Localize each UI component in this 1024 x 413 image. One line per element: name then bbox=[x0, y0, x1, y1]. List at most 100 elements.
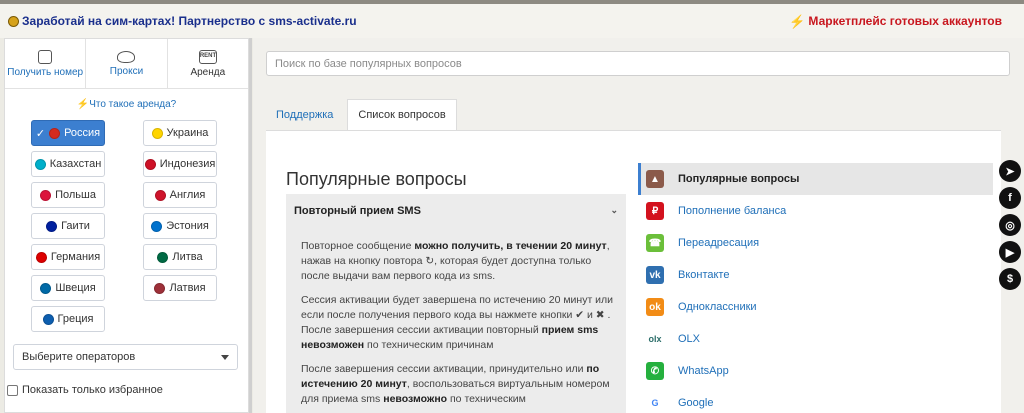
section-title: Популярные вопросы bbox=[286, 169, 467, 189]
favorites-toggle[interactable]: Показать только избранное bbox=[7, 384, 248, 396]
partner-promo-link[interactable]: Заработай на сим-картах! Партнерство с s… bbox=[8, 14, 357, 28]
answer-paragraph: Сессия активации будет завершена по исте… bbox=[301, 294, 614, 351]
facebook-icon[interactable]: f bbox=[999, 187, 1021, 209]
chevron-down-icon bbox=[221, 354, 229, 360]
flag-icon bbox=[40, 282, 52, 294]
category-item[interactable]: ▲ Популярные вопросы bbox=[638, 163, 993, 195]
country-button[interactable]: Швеция bbox=[31, 275, 105, 301]
category-label: WhatsApp bbox=[678, 365, 729, 377]
call-forward-icon: ☎ bbox=[646, 234, 664, 252]
partner-promo-label: Заработай на сим-картах! Партнерство с s… bbox=[22, 14, 357, 28]
accordion-title: Повторный прием SMS bbox=[294, 204, 421, 217]
marketplace-link[interactable]: ⚡ Маркетплейс готовых аккаунтов bbox=[789, 14, 1002, 28]
category-label: OLX bbox=[678, 333, 701, 345]
country-label: Гаити bbox=[61, 220, 90, 232]
favorites-label: Показать только избранное bbox=[22, 384, 163, 396]
category-label: Одноклассники bbox=[678, 301, 757, 313]
sidebar-scrollbar[interactable] bbox=[249, 38, 252, 413]
country-button[interactable]: Польша bbox=[31, 182, 105, 208]
operator-select-value: Выберите операторов bbox=[22, 351, 136, 363]
country-button[interactable]: Литва bbox=[143, 244, 217, 270]
category-label: Переадресация bbox=[678, 237, 760, 249]
favorites-checkbox[interactable] bbox=[7, 384, 18, 396]
flag-icon bbox=[40, 189, 52, 201]
operator-select[interactable]: Выберите операторов bbox=[13, 344, 238, 370]
sidebar-topnav: Получить номер Прокси RENT Аренда bbox=[5, 39, 248, 89]
country-button[interactable]: Германия bbox=[31, 244, 105, 270]
faq-search-input[interactable] bbox=[266, 51, 1010, 76]
answer-paragraph: После завершения сессии активации, прину… bbox=[301, 363, 610, 405]
accordion-header[interactable]: Повторный прием SMS ⌄ bbox=[286, 194, 626, 227]
category-item[interactable]: G Google bbox=[638, 387, 993, 413]
flag-icon bbox=[144, 158, 156, 170]
country-button[interactable]: ✓ Россия bbox=[31, 120, 105, 146]
tab-support[interactable]: Поддержка bbox=[266, 99, 343, 130]
google-icon: G bbox=[646, 394, 664, 412]
country-list: ✓ Россия Украина Казахстан Индонезия Польша Ан… bbox=[31, 120, 248, 332]
what-is-rent-link[interactable]: ⚡Что такое аренда? bbox=[5, 99, 248, 110]
country-label: Украина bbox=[166, 127, 209, 139]
category-item[interactable]: ₽ Пополнение баланса bbox=[638, 195, 993, 227]
country-button[interactable]: Индонезия bbox=[143, 151, 217, 177]
tab-question-list[interactable]: Список вопросов bbox=[347, 99, 457, 130]
category-label: Популярные вопросы bbox=[678, 173, 800, 185]
social-bar: ➤ f ◎ ▶ $ bbox=[999, 160, 1021, 290]
nav-proxy-label: Прокси bbox=[109, 65, 144, 77]
country-button[interactable]: Казахстан bbox=[31, 151, 105, 177]
country-button[interactable]: Украина bbox=[143, 120, 217, 146]
promo-bar: Заработай на сим-картах! Партнерство с s… bbox=[0, 4, 1024, 38]
country-button[interactable]: Англия bbox=[143, 182, 217, 208]
telegram-icon[interactable]: ➤ bbox=[999, 160, 1021, 182]
country-button[interactable]: Греция bbox=[31, 306, 105, 332]
category-item[interactable]: vk Вконтакте bbox=[638, 259, 993, 291]
country-label: Англия bbox=[169, 189, 206, 201]
flag-icon bbox=[35, 251, 47, 263]
ok-icon: ok bbox=[646, 298, 664, 316]
nav-rent-label: Аренда bbox=[190, 66, 226, 78]
country-label: Польша bbox=[55, 189, 96, 201]
category-list: ▲ Популярные вопросы ₽ Пополнение баланса ☎ П… bbox=[638, 163, 993, 413]
main-content: Поддержка Список вопросов Популярные воп… bbox=[253, 38, 1024, 413]
country-button[interactable]: Эстония bbox=[143, 213, 217, 239]
country-label: Россия bbox=[64, 127, 101, 139]
flag-icon bbox=[42, 313, 54, 325]
wechat-icon[interactable]: ◎ bbox=[999, 214, 1021, 236]
marketplace-label: Маркетплейс готовых аккаунтов bbox=[808, 14, 1002, 28]
youtube-icon[interactable]: ▶ bbox=[999, 241, 1021, 263]
category-label: Вконтакте bbox=[678, 269, 730, 281]
dollar-icon[interactable]: $ bbox=[999, 268, 1021, 290]
country-label: Латвия bbox=[169, 282, 206, 294]
flag-icon bbox=[34, 158, 46, 170]
category-item[interactable]: olx OLX bbox=[638, 323, 993, 355]
what-is-rent-label: Что такое аренда? bbox=[89, 99, 177, 110]
country-label: Германия bbox=[50, 251, 101, 263]
category-item[interactable]: ☎ Переадресация bbox=[638, 227, 993, 259]
sidebar: Получить номер Прокси RENT Аренда ⚡Что т… bbox=[4, 38, 249, 413]
lightning-icon: ⚡ bbox=[789, 13, 806, 29]
country-button[interactable]: Гаити bbox=[31, 213, 105, 239]
flag-icon bbox=[154, 282, 166, 294]
nav-proxy[interactable]: Прокси bbox=[86, 39, 168, 88]
faq-panel: Популярные вопросы Повторный прием SMS ⌄… bbox=[266, 130, 1001, 413]
answer-paragraph: Повторное сообщение можно получить, в те… bbox=[301, 240, 610, 282]
nav-get-number[interactable]: Получить номер bbox=[5, 39, 87, 88]
flag-icon bbox=[46, 220, 58, 232]
category-label: Google bbox=[678, 397, 714, 409]
olx-icon: olx bbox=[646, 330, 664, 348]
nav-get-number-label: Получить номер bbox=[7, 66, 84, 78]
phone-icon bbox=[38, 49, 53, 64]
whatsapp-icon: ✆ bbox=[646, 362, 664, 380]
user-icon: ▲ bbox=[646, 170, 664, 188]
lightning-icon: ⚡ bbox=[76, 99, 90, 110]
country-label: Индонезия bbox=[159, 158, 216, 170]
ruble-icon: ₽ bbox=[646, 202, 664, 220]
rent-icon: RENT bbox=[198, 49, 217, 64]
category-item[interactable]: ok Одноклассники bbox=[638, 291, 993, 323]
country-label: Греция bbox=[57, 313, 94, 325]
country-label: Швеция bbox=[55, 282, 96, 294]
nav-rent[interactable]: RENT Аренда bbox=[168, 39, 248, 88]
category-item[interactable]: ✆ WhatsApp bbox=[638, 355, 993, 387]
flag-icon bbox=[157, 251, 169, 263]
country-button[interactable]: Латвия bbox=[143, 275, 217, 301]
flag-icon bbox=[151, 220, 163, 232]
